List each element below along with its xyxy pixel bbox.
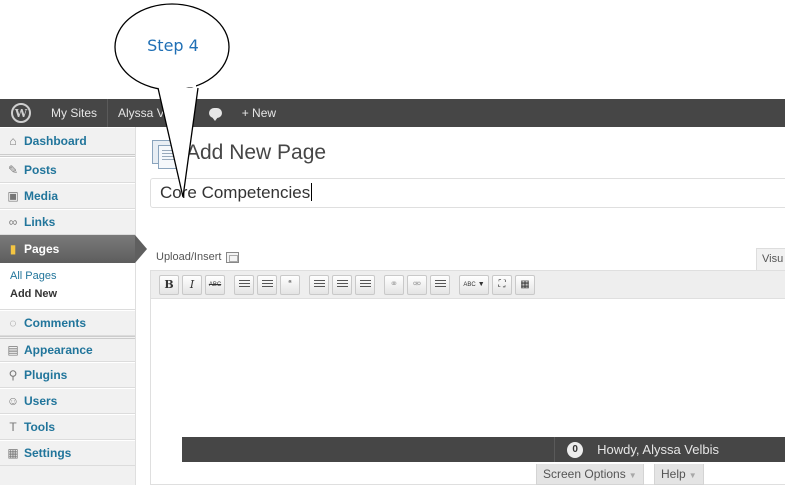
howdy-user-menu[interactable]: Howdy, Alyssa Velbis	[597, 442, 719, 457]
screen-options-button[interactable]: Screen Options ▼	[536, 464, 644, 485]
sidebar-item-label: Users	[24, 394, 58, 408]
sidebar-item-appearance[interactable]: ▤ Appearance	[0, 336, 135, 362]
sidebar-item-label: Links	[24, 215, 56, 229]
bottom-admin-bar: 0 Howdy, Alyssa Velbis	[182, 437, 785, 462]
appearance-icon: ▤	[7, 343, 19, 357]
sidebar-item-comments[interactable]: ◌ Comments	[0, 310, 135, 336]
align-right-icon	[359, 280, 371, 289]
sidebar-item-label: Plugins	[24, 368, 68, 382]
numbered-list-icon	[261, 280, 273, 289]
editor-toolbar: B I ABC “ ⚭ ⚮ ABC ▼ ⛶ ▦	[151, 271, 785, 299]
help-label: Help	[661, 467, 686, 481]
title-value: Core Competencies	[160, 183, 311, 202]
sidebar-item-label: Media	[24, 189, 59, 203]
media-icon: ▣	[7, 189, 19, 203]
tools-icon: T	[9, 420, 17, 434]
callout-label: Step 4	[147, 36, 199, 55]
sidebar-item-label: Posts	[24, 163, 57, 177]
text-caret	[311, 183, 313, 201]
link-icon: ∞	[8, 215, 18, 229]
kitchen-sink-button[interactable]: ▦	[515, 274, 535, 295]
my-sites-link[interactable]: My Sites	[47, 99, 107, 127]
sidebar-item-dashboard[interactable]: ⌂ Dashboard	[0, 127, 135, 157]
fullscreen-button[interactable]: ⛶	[492, 274, 512, 295]
kitchen-sink-icon: ▦	[520, 279, 530, 290]
sidebar-item-posts[interactable]: ✎ Posts	[0, 157, 135, 183]
italic-button[interactable]: I	[182, 274, 202, 295]
site-name-link[interactable]: Alyssa Velbis	[108, 99, 199, 127]
align-center-button[interactable]	[332, 274, 352, 295]
chevron-down-icon: ▼	[477, 281, 485, 288]
bullet-list-icon	[238, 280, 250, 289]
title-input[interactable]: Core Competencies	[150, 178, 785, 208]
pages-submenu: All Pages Add New	[0, 263, 135, 310]
help-button[interactable]: Help ▼	[654, 464, 704, 485]
submenu-add-new[interactable]: Add New	[10, 285, 135, 303]
chevron-down-icon: ▼	[628, 471, 637, 480]
sidebar-item-tools[interactable]: T Tools	[0, 414, 135, 440]
align-left-button[interactable]	[309, 274, 329, 295]
insert-more-button[interactable]	[430, 274, 450, 295]
admin-bar: W My Sites Alyssa Velbis + New	[0, 99, 785, 127]
unlink-icon: ⚮	[412, 279, 422, 290]
strikethrough-button[interactable]: ABC	[205, 274, 225, 295]
tab-visual[interactable]: Visu	[756, 248, 785, 270]
sidebar-item-media[interactable]: ▣ Media	[0, 183, 135, 209]
sidebar-item-pages[interactable]: ▮ Pages	[0, 235, 147, 263]
bullet-list-button[interactable]	[234, 274, 254, 295]
users-icon: ☺	[6, 394, 20, 408]
sidebar-item-label: Dashboard	[24, 134, 87, 148]
spellcheck-icon: ABC	[463, 281, 476, 288]
upload-insert-row: Upload/Insert	[156, 251, 240, 263]
chevron-down-icon: ▼	[688, 471, 697, 480]
align-right-button[interactable]	[355, 274, 375, 295]
pages-icon: ▮	[9, 242, 17, 256]
sidebar-item-users[interactable]: ☺ Users	[0, 388, 135, 414]
pages-icon	[150, 137, 180, 169]
spellcheck-button[interactable]: ABC ▼	[459, 274, 489, 295]
pin-icon: ✎	[7, 163, 19, 177]
submenu-all-pages[interactable]: All Pages	[10, 267, 135, 285]
blockquote-button[interactable]: “	[280, 274, 300, 295]
sidebar-item-label: Tools	[24, 420, 56, 434]
home-icon: ⌂	[9, 134, 17, 148]
fullscreen-icon: ⛶	[498, 279, 506, 290]
new-label: + New	[241, 106, 277, 120]
upload-insert-label: Upload/Insert	[156, 251, 222, 263]
sidebar-item-plugins[interactable]: ⚲ Plugins	[0, 362, 135, 388]
sidebar-item-links[interactable]: ∞ Links	[0, 209, 135, 235]
divider	[554, 437, 556, 462]
add-media-icon[interactable]	[226, 251, 240, 263]
link-icon: ⚭	[389, 279, 399, 290]
admin-sidebar: ⌂ Dashboard ✎ Posts ▣ Media ∞ Links ▮ Pa…	[0, 127, 147, 485]
bold-button[interactable]: B	[159, 274, 179, 295]
wordpress-logo-icon[interactable]: W	[11, 103, 31, 123]
numbered-list-button[interactable]	[257, 274, 277, 295]
settings-icon: ▦	[7, 446, 19, 460]
new-content-link[interactable]: + New	[232, 99, 286, 127]
page-heading: Add New Page	[150, 137, 326, 169]
plugin-icon: ⚲	[8, 368, 18, 382]
sidebar-item-label: Comments	[24, 316, 87, 330]
screen-options-label: Screen Options	[543, 467, 626, 481]
page-title: Add New Page	[186, 141, 327, 164]
sidebar-item-label: Settings	[24, 446, 72, 460]
sidebar-item-label: Appearance	[24, 343, 93, 357]
comment-icon: ◌	[9, 316, 17, 330]
align-center-icon	[336, 280, 348, 289]
comment-bubble-icon	[208, 108, 222, 121]
notification-count-badge[interactable]: 0	[567, 441, 584, 458]
more-tag-icon	[434, 280, 446, 289]
sidebar-item-label: Pages	[24, 242, 60, 256]
insert-link-button[interactable]: ⚭	[384, 274, 404, 295]
comments-link[interactable]	[199, 99, 232, 127]
sidebar-item-settings[interactable]: ▦ Settings	[0, 440, 135, 466]
align-left-icon	[313, 280, 325, 289]
unlink-button[interactable]: ⚮	[407, 274, 427, 295]
